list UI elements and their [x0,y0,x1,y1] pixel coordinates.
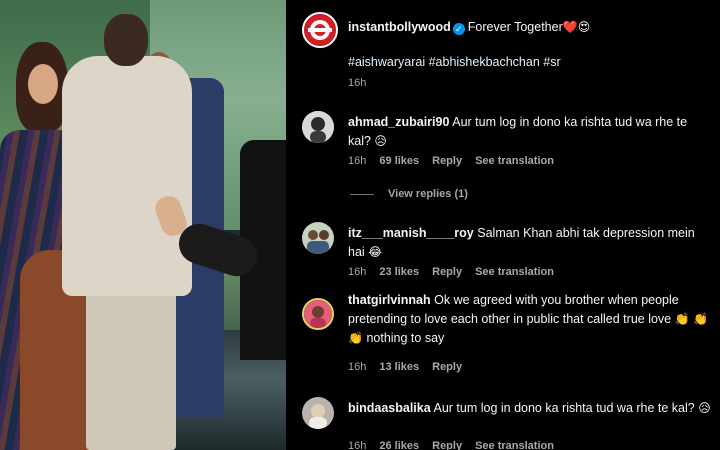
person-man-legs [86,290,176,450]
comment-1: ahmad_zubairi90 Aur tum log in dono ka r… [348,113,712,151]
brand-logo-icon [305,15,335,45]
comment-time: 16h [348,361,367,373]
post-video[interactable] [0,0,286,450]
comment-meta: 16h 69 likes Reply See translation [348,155,554,167]
caption-emojis: ❤️😍 [562,20,591,34]
comment-likes[interactable]: 13 likes [379,361,419,373]
post-caption-line: instantbollywood ✓ Forever Together❤️😍 [348,18,712,37]
comment-time: 16h [348,266,367,278]
see-translation-link[interactable]: See translation [475,266,554,278]
post-caption: Forever Together [467,20,563,34]
see-translation-link[interactable]: See translation [475,440,554,450]
reply-button[interactable]: Reply [432,155,462,167]
comment-time: 16h [348,155,367,167]
user-avatar-icon [304,300,332,328]
view-replies-label: View replies (1) [388,188,468,200]
comment-3: thatgirlvinnah Ok we agreed with you bro… [348,291,712,348]
comment-time: 16h [348,440,367,450]
comment-username[interactable]: ahmad_zubairi90 [348,115,449,129]
reply-button[interactable]: Reply [432,266,462,278]
post-hashtags[interactable]: #aishwaryarai #abhishekbachchan #sr [348,53,712,72]
comment-meta: 16h 26 likes Reply See translation [348,440,554,450]
comment-4: bindaasbalika Aur tum log in dono ka ris… [348,399,712,418]
view-replies-button[interactable]: View replies (1) [350,188,468,200]
comment-emoji: 😥 [374,134,387,148]
post-time: 16h [348,77,367,89]
person-woman-face [28,64,58,104]
reply-button[interactable]: Reply [432,440,462,450]
comment-username[interactable]: itz___manish____roy [348,226,474,240]
comment-avatar[interactable] [302,222,334,254]
comment-meta: 16h 23 likes Reply See translation [348,266,554,278]
comment-avatar[interactable] [302,397,334,429]
comment-avatar[interactable] [302,298,334,330]
comment-username[interactable]: bindaasbalika [348,401,431,415]
comment-text: Aur tum log in dono ka rishta tud wa rhe… [433,401,695,415]
comment-username[interactable]: thatgirlvinnah [348,293,431,307]
comment-likes[interactable]: 69 likes [379,155,419,167]
see-translation-link[interactable]: See translation [475,155,554,167]
comment-likes[interactable]: 26 likes [379,440,419,450]
person-man-back [62,56,192,296]
divider-line [350,193,374,195]
verified-badge-icon: ✓ [452,23,465,35]
user-avatar-icon [302,111,334,143]
comment-emoji: 😥 [698,401,711,415]
comment-meta: 16h 13 likes Reply [348,361,462,373]
reply-button[interactable]: Reply [432,361,462,373]
comment-2: itz___manish____roy Salman Khan abhi tak… [348,224,712,262]
post-author-avatar[interactable] [302,12,338,48]
comment-avatar[interactable] [302,111,334,143]
user-avatar-icon [302,397,334,429]
post-meta: 16h [348,77,366,89]
comment-text-end: nothing to say [366,331,445,345]
post-author-username[interactable]: instantbollywood [348,20,451,34]
comment-likes[interactable]: 23 likes [379,266,419,278]
comment-emoji: 😂 [368,245,383,259]
user-avatar-icon [302,222,334,254]
person-man-head [104,14,148,66]
